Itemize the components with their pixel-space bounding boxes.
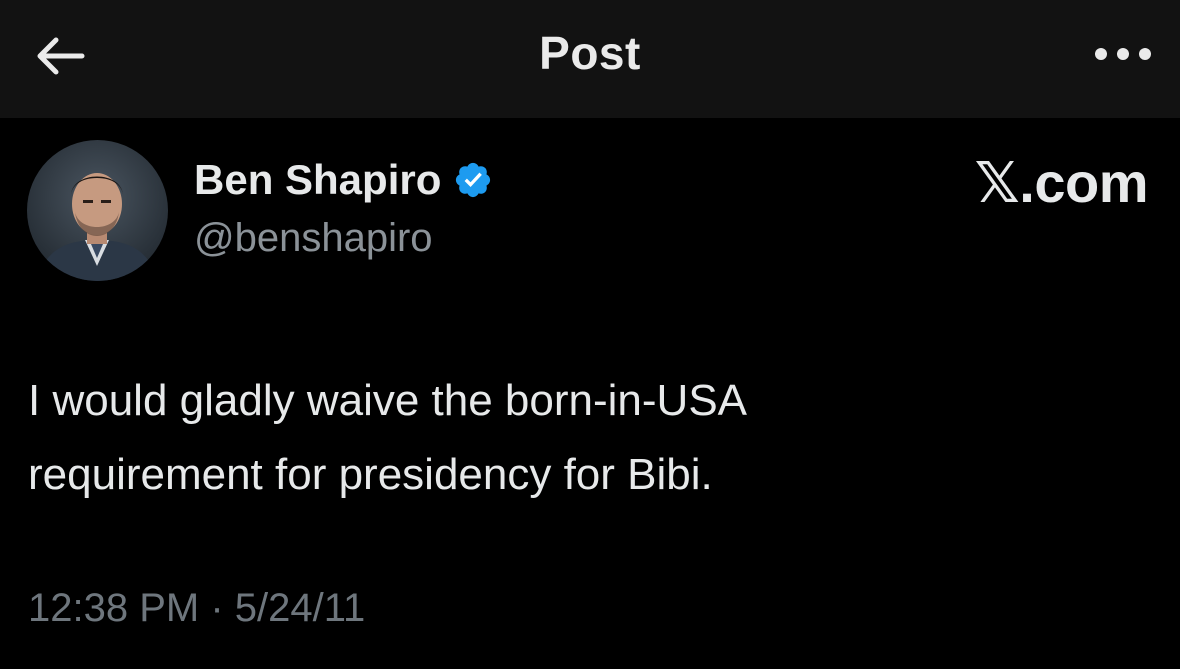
x-logo-icon: 𝕏 <box>974 151 1020 216</box>
verified-badge-icon <box>453 160 493 200</box>
tweet-text-line: I would gladly waive the born-in-USA <box>28 376 748 425</box>
author-display-name[interactable]: Ben Shapiro <box>194 156 441 204</box>
brand-watermark: 𝕏.com <box>974 150 1149 216</box>
author-handle[interactable]: @benshapiro <box>194 216 433 261</box>
avatar[interactable] <box>27 140 168 281</box>
tweet-text: I would gladly waive the born-in-USA req… <box>28 364 1148 512</box>
author-name-row: Ben Shapiro <box>194 152 493 208</box>
avatar-image <box>27 140 168 281</box>
more-horizontal-icon <box>1095 48 1151 60</box>
page-title: Post <box>539 27 641 79</box>
tweet-timestamp[interactable]: 12:38 PM · 5/24/11 <box>28 586 365 631</box>
top-navigation-bar: Post <box>0 0 1180 118</box>
brand-suffix: .com <box>1019 151 1148 214</box>
tweet-text-line: requirement for presidency for Bibi. <box>28 450 713 499</box>
more-options-button[interactable] <box>1088 36 1158 72</box>
